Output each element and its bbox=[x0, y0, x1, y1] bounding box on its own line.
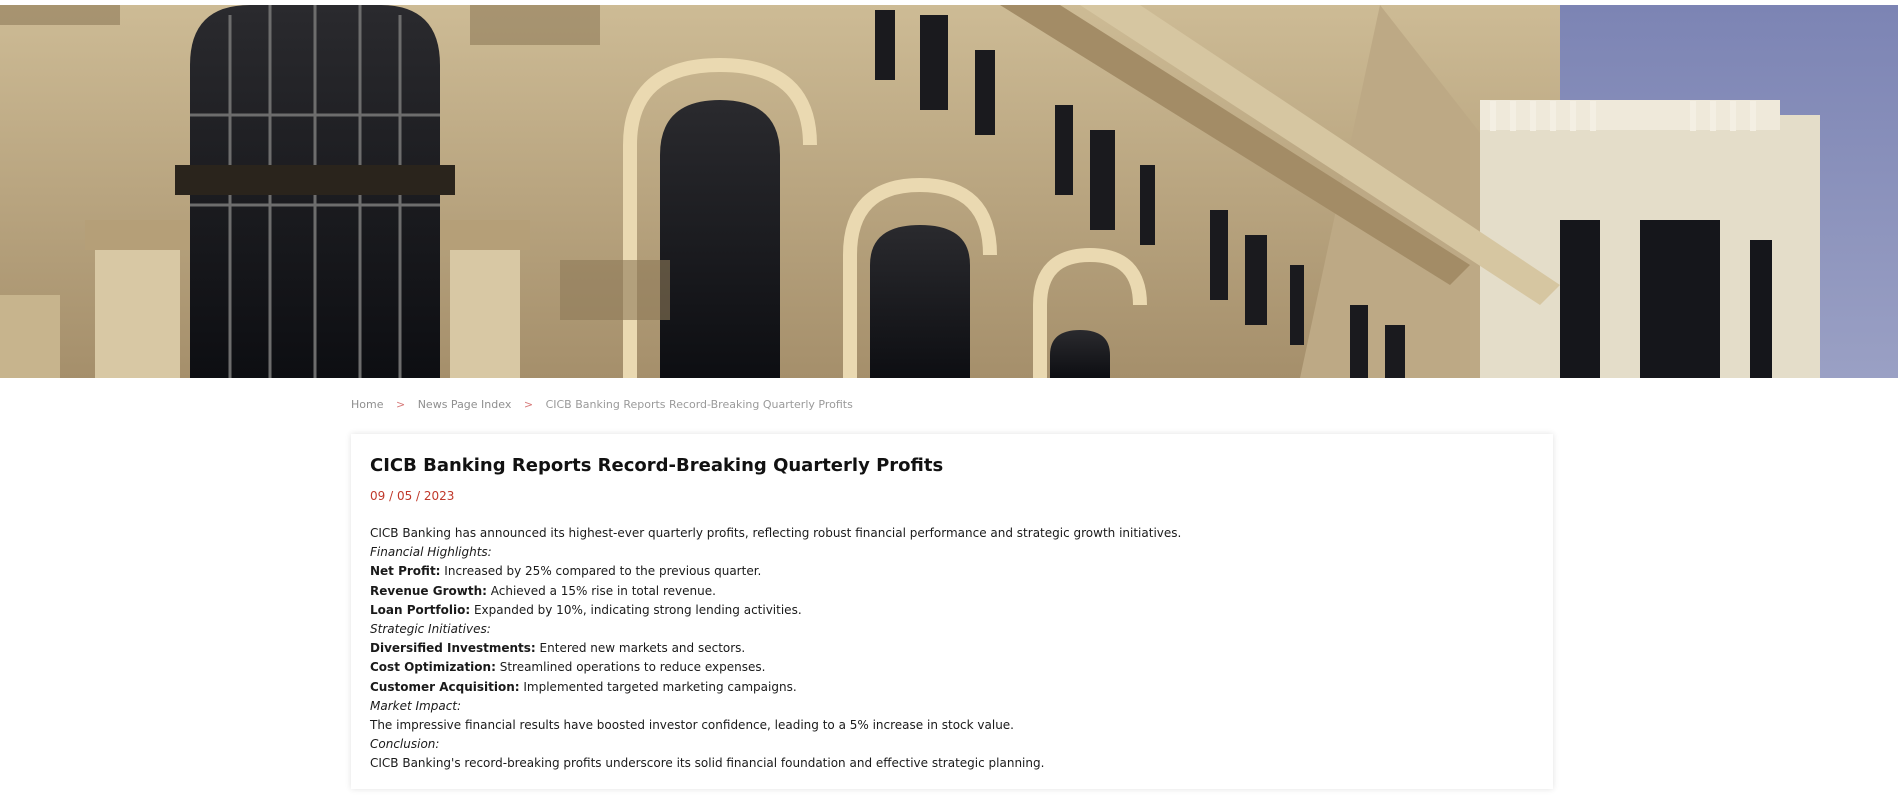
item-label: Net Profit: bbox=[370, 564, 441, 579]
item-text: Implemented targeted marketing campaigns… bbox=[519, 679, 797, 694]
section-heading-conclusion: Conclusion: bbox=[370, 737, 440, 752]
item-label: Loan Portfolio: bbox=[370, 602, 471, 617]
hero-banner-image bbox=[0, 5, 1898, 378]
item-text: Increased by 25% compared to the previou… bbox=[440, 564, 762, 579]
item-label: Customer Acquisition: bbox=[370, 679, 520, 694]
breadcrumb-news-index-link[interactable]: News Page Index bbox=[418, 398, 512, 411]
article-body: CICB Banking has announced its highest-e… bbox=[370, 524, 1535, 774]
article-title: CICB Banking Reports Record-Breaking Qua… bbox=[370, 455, 944, 476]
article-date: 09 / 05 / 2023 bbox=[370, 489, 455, 503]
breadcrumb-home-link[interactable]: Home bbox=[351, 398, 383, 411]
list-item: Loan Portfolio: Expanded by 10%, indicat… bbox=[370, 601, 1535, 620]
item-label: Revenue Growth: bbox=[370, 583, 487, 598]
item-text: Streamlined operations to reduce expense… bbox=[495, 660, 766, 675]
list-item: Diversified Investments: Entered new mar… bbox=[370, 639, 1535, 658]
section-heading-strategic-initiatives: Strategic Initiatives: bbox=[370, 622, 491, 637]
list-item: Cost Optimization: Streamlined operation… bbox=[370, 658, 1535, 677]
section-heading-financial-highlights: Financial Highlights: bbox=[370, 545, 492, 560]
item-text: Expanded by 10%, indicating strong lendi… bbox=[470, 602, 802, 617]
breadcrumb-separator: > bbox=[523, 398, 534, 411]
list-item: Revenue Growth: Achieved a 15% rise in t… bbox=[370, 582, 1535, 601]
market-impact-text: The impressive financial results have bo… bbox=[370, 718, 1014, 733]
item-text: Entered new markets and sectors. bbox=[535, 641, 746, 656]
article-intro: CICB Banking has announced its highest-e… bbox=[370, 526, 1182, 540]
conclusion-text: CICB Banking's record-breaking profits u… bbox=[370, 756, 1045, 771]
list-item: Net Profit: Increased by 25% compared to… bbox=[370, 562, 1535, 581]
item-label: Diversified Investments: bbox=[370, 641, 536, 656]
section-heading-market-impact: Market Impact: bbox=[370, 698, 462, 713]
breadcrumb: Home > News Page Index > CICB Banking Re… bbox=[351, 398, 853, 411]
list-item: Customer Acquisition: Implemented target… bbox=[370, 678, 1535, 697]
breadcrumb-separator: > bbox=[395, 398, 406, 411]
item-label: Cost Optimization: bbox=[370, 660, 496, 675]
article-card: CICB Banking Reports Record-Breaking Qua… bbox=[351, 434, 1553, 789]
breadcrumb-current-page: CICB Banking Reports Record-Breaking Qua… bbox=[545, 398, 853, 411]
item-text: Achieved a 15% rise in total revenue. bbox=[486, 583, 716, 598]
